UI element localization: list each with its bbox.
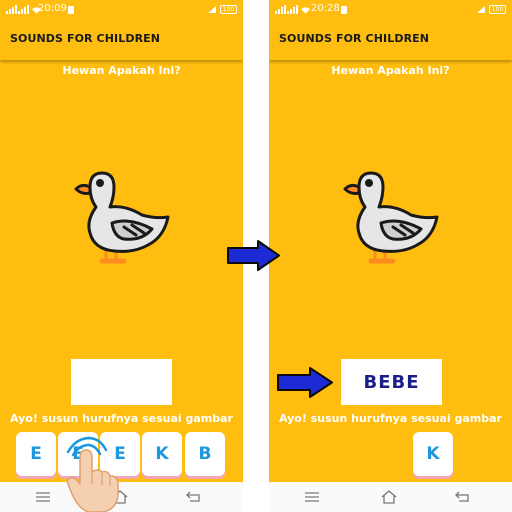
answer-box: BEBE <box>341 359 442 405</box>
signal-bars-icon <box>6 4 17 14</box>
battery-icon: 100 <box>489 5 506 14</box>
notification-icon <box>68 6 74 14</box>
answer-box <box>71 359 172 405</box>
home-icon[interactable] <box>381 490 397 504</box>
hand-pointer-icon <box>58 428 128 512</box>
signal-icons <box>6 4 41 14</box>
app-bar: SOUNDS FOR CHILDREN <box>269 20 512 60</box>
app-bar: SOUNDS FOR CHILDREN <box>0 20 243 60</box>
duck-icon <box>341 165 441 271</box>
status-time: 20:09 <box>38 3 67 14</box>
arrow-right-icon <box>227 240 280 271</box>
status-bar: 20:28 100 <box>269 0 512 20</box>
wifi-icon <box>301 7 310 14</box>
signal-bars-icon <box>18 4 29 14</box>
status-bar: 20:09 100 <box>0 0 243 20</box>
app-title: SOUNDS FOR CHILDREN <box>279 32 430 45</box>
back-icon[interactable] <box>455 491 469 502</box>
notification-icon <box>341 6 347 14</box>
letter-tile[interactable]: K <box>142 432 182 476</box>
signal-bars-icon <box>287 4 298 14</box>
app-title: SOUNDS FOR CHILDREN <box>10 32 161 45</box>
letter-tile[interactable]: B <box>185 432 225 476</box>
back-icon[interactable] <box>186 491 200 502</box>
status-right: 100 <box>208 5 237 14</box>
tile-letter: E <box>30 444 42 464</box>
letter-tile[interactable]: E <box>16 432 56 476</box>
nav-bar <box>269 482 512 512</box>
answer-text: BEBE <box>363 371 420 393</box>
status-right: 100 <box>477 5 506 14</box>
signal-icons <box>275 4 310 14</box>
signal-bars-icon <box>275 4 286 14</box>
question-text: Hewan Apakah Ini? <box>62 64 181 77</box>
letter-tile[interactable]: K <box>413 432 453 476</box>
instruction-text: Ayo! susun hurufnya sesuai gambar <box>10 412 233 425</box>
arrow-right-icon <box>277 367 333 398</box>
menu-lines-icon[interactable] <box>36 492 50 502</box>
data-signal-icon <box>208 6 216 13</box>
question-text: Hewan Apakah Ini? <box>331 64 450 77</box>
duck-icon <box>72 165 172 271</box>
instruction-text: Ayo! susun hurufnya sesuai gambar <box>279 412 502 425</box>
battery-icon: 100 <box>220 5 237 14</box>
status-time: 20:28 <box>311 3 340 14</box>
menu-lines-icon[interactable] <box>305 492 319 502</box>
tile-letter: B <box>198 444 212 464</box>
data-signal-icon <box>477 6 485 13</box>
tile-letter: K <box>155 444 169 464</box>
tile-letter: K <box>426 444 440 464</box>
